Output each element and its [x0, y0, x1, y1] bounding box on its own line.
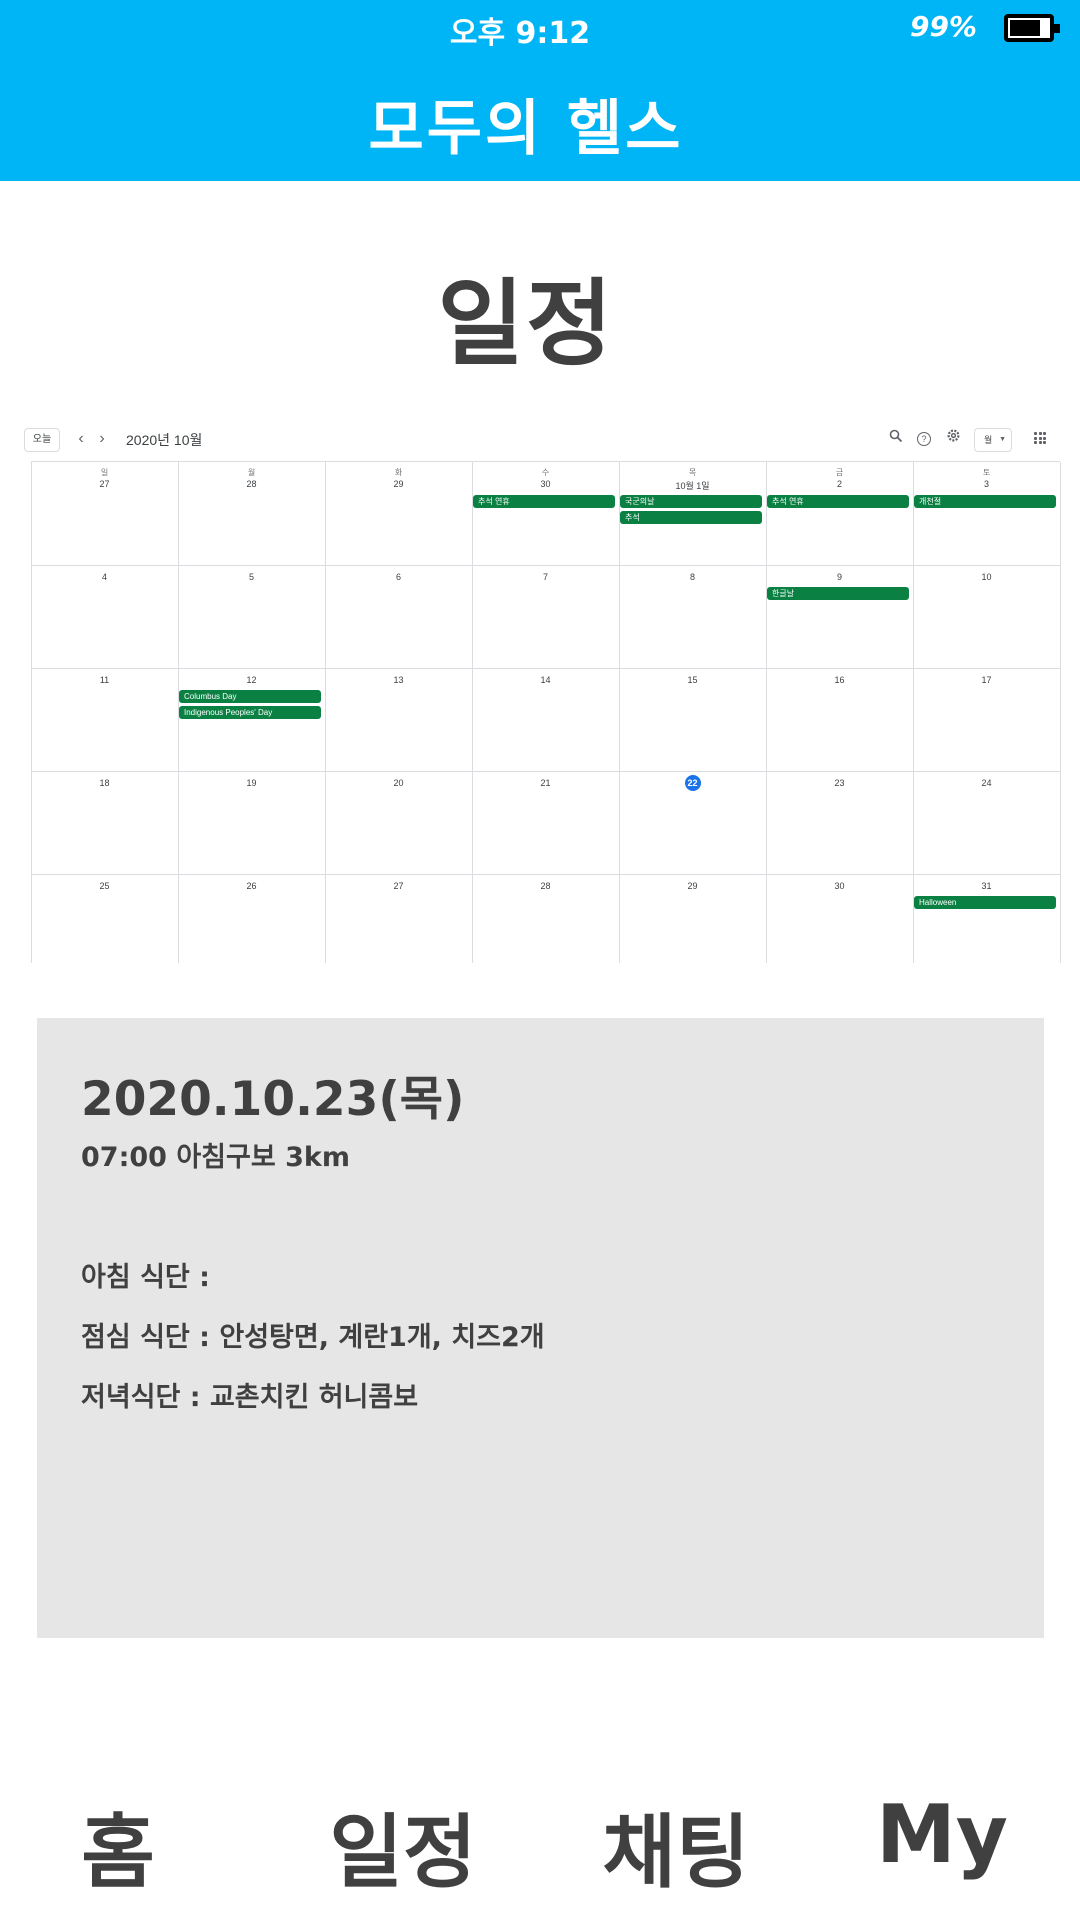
view-select[interactable]: 월 ▼	[974, 428, 1012, 452]
day-cell-number[interactable]: 14	[472, 675, 619, 685]
weekday-label: 목	[688, 468, 697, 477]
day-cell-number[interactable]: 22	[619, 775, 766, 791]
day-cell-number[interactable]: 11	[31, 675, 178, 685]
day-cell-number[interactable]: 20	[325, 778, 472, 788]
day-cell-number[interactable]: 29	[325, 479, 472, 489]
nav-chat[interactable]: 채팅	[566, 1788, 786, 1904]
gear-icon[interactable]	[943, 428, 963, 448]
month-label: 2020년 10월	[126, 432, 203, 448]
workout-entry: 07:00 아침구보 3km	[81, 1142, 350, 1173]
day-cell-number[interactable]: 19	[178, 778, 325, 788]
chevron-left-icon[interactable]: ‹	[73, 429, 89, 449]
detail-date: 2020.10.23(목)	[81, 1072, 465, 1127]
app-header: 오후 9:12 99% 모두의 헬스	[0, 0, 1080, 181]
day-cell-number[interactable]: 2	[766, 479, 913, 489]
dinner-entry: 저녁식단 : 교촌치킨 허니콤보	[81, 1382, 419, 1413]
calendar-event[interactable]: 한글날	[767, 587, 909, 600]
battery-percent: 99%	[909, 10, 977, 43]
day-cell-number[interactable]: 27	[325, 881, 472, 891]
battery-icon	[1004, 14, 1060, 42]
month-grid: 일 월 화 수 목 금 토 27 28 29 30 10월 1일 2 3 4 5 6 7 8 9 10 11 12 13 14 1…	[31, 461, 1061, 963]
breakfast-entry: 아침 식단 :	[81, 1262, 210, 1293]
grid-row-line	[31, 668, 1060, 669]
weekday-label: 토	[982, 468, 991, 477]
day-cell-number[interactable]: 4	[31, 572, 178, 582]
day-cell-number[interactable]: 29	[619, 881, 766, 891]
weekday-label: 수	[541, 468, 550, 477]
day-cell-number[interactable]: 17	[913, 675, 1060, 685]
day-cell-number[interactable]: 21	[472, 778, 619, 788]
weekday-label: 금	[835, 468, 844, 477]
grid-row-line	[31, 565, 1060, 566]
status-time: 오후 9:12	[449, 16, 591, 51]
weekday-label: 일	[100, 468, 109, 477]
day-cell-number[interactable]: 31	[913, 881, 1060, 891]
day-cell-number[interactable]: 12	[178, 675, 325, 685]
day-cell-number[interactable]: 23	[766, 778, 913, 788]
nav-my[interactable]: My	[832, 1788, 1052, 1881]
page-title: 일정	[437, 270, 615, 379]
day-cell-number[interactable]: 3	[913, 479, 1060, 489]
schedule-detail-card: 2020.10.23(목) 07:00 아침구보 3km 아침 식단 : 점심 …	[37, 1018, 1044, 1638]
day-cell-number[interactable]: 18	[31, 778, 178, 788]
day-cell-number[interactable]: 25	[31, 881, 178, 891]
calendar-event[interactable]: 추석 연휴	[767, 495, 909, 508]
calendar-event[interactable]: Halloween	[914, 896, 1056, 909]
day-cell-number[interactable]: 30	[472, 479, 619, 489]
app-title: 모두의 헬스	[368, 94, 684, 164]
calendar-event[interactable]: 추석	[620, 511, 762, 524]
day-cell-number[interactable]: 6	[325, 572, 472, 582]
search-icon[interactable]	[886, 428, 906, 448]
day-cell-number[interactable]: 27	[31, 479, 178, 489]
day-cell-number[interactable]: 28	[472, 881, 619, 891]
caret-down-icon: ▼	[999, 436, 1006, 443]
day-cell-number[interactable]: 7	[472, 572, 619, 582]
calendar-event[interactable]: Indigenous Peoples' Day	[179, 706, 321, 719]
day-cell-number[interactable]: 15	[619, 675, 766, 685]
day-cell-number[interactable]: 16	[766, 675, 913, 685]
day-cell-number[interactable]: 5	[178, 572, 325, 582]
calendar-event[interactable]: 국군의날	[620, 495, 762, 508]
lunch-entry: 점심 식단 : 안성탕면, 계란1개, 치즈2개	[81, 1322, 545, 1353]
calendar-event[interactable]: 개천절	[914, 495, 1056, 508]
weekday-label: 화	[394, 468, 403, 477]
day-cell-number[interactable]: 13	[325, 675, 472, 685]
day-cell-number[interactable]: 24	[913, 778, 1060, 788]
day-cell-number[interactable]: 26	[178, 881, 325, 891]
calendar-event[interactable]: Columbus Day	[179, 690, 321, 703]
day-cell-number[interactable]: 28	[178, 479, 325, 489]
nav-schedule[interactable]: 일정	[293, 1788, 513, 1904]
grid-row-line	[31, 874, 1060, 875]
apps-grid-icon[interactable]	[1034, 432, 1046, 444]
day-cell-number[interactable]: 10월 1일	[619, 479, 766, 492]
day-cell-number[interactable]: 10	[913, 572, 1060, 582]
weekday-label: 월	[247, 468, 256, 477]
day-cell-number[interactable]: 9	[766, 572, 913, 582]
help-icon[interactable]: ?	[917, 432, 931, 446]
day-cell-number[interactable]: 8	[619, 572, 766, 582]
nav-home[interactable]: 홈	[8, 1788, 228, 1904]
day-cell-number[interactable]: 30	[766, 881, 913, 891]
chevron-right-icon[interactable]: ›	[94, 429, 110, 449]
today-button[interactable]: 오늘	[24, 428, 60, 452]
calendar: 오늘 ‹ › 2020년 10월 ? 월 ▼ 일 월 화 수 목 금 토 27 28 29 30 10…	[0, 420, 1080, 963]
calendar-event[interactable]: 추석 연휴	[473, 495, 615, 508]
grid-column-line	[1060, 462, 1061, 963]
view-select-label: 월	[984, 435, 993, 445]
grid-row-line	[31, 771, 1060, 772]
calendar-toolbar: 오늘 ‹ › 2020년 10월 ? 월 ▼	[0, 420, 1080, 460]
